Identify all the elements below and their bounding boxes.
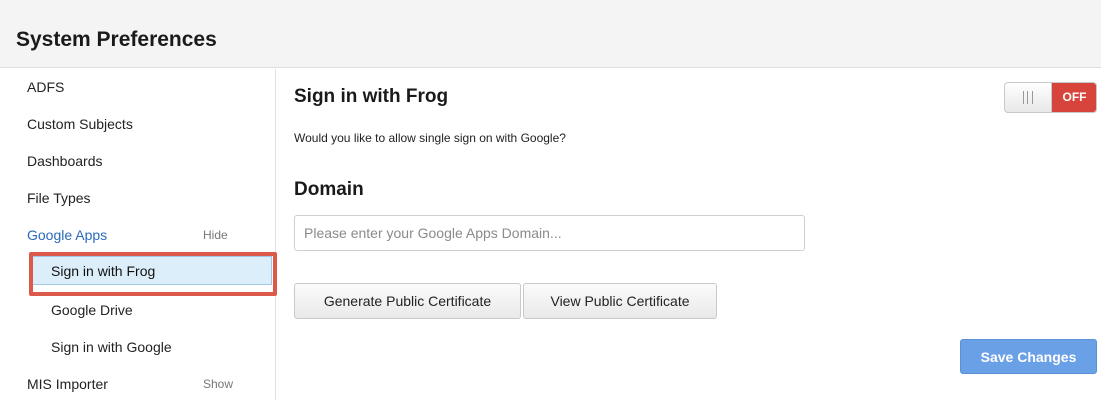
grip-icon xyxy=(1023,91,1033,104)
sidebar-item-label: Google Drive xyxy=(51,302,133,318)
view-certificate-button[interactable]: View Public Certificate xyxy=(523,283,717,319)
sidebar-item-google-drive[interactable]: Google Drive xyxy=(0,292,276,328)
toggle-state-label: OFF xyxy=(1052,83,1096,112)
sso-toggle-switch[interactable]: OFF xyxy=(1004,82,1097,113)
header-bar: System Preferences xyxy=(0,0,1101,68)
sidebar-item-custom-subjects[interactable]: Custom Subjects xyxy=(0,106,276,142)
sidebar-item-sign-in-with-google[interactable]: Sign in with Google xyxy=(0,329,276,365)
sidebar-item-dashboards[interactable]: Dashboards xyxy=(0,143,276,179)
sidebar-item-label: File Types xyxy=(27,190,91,206)
hide-toggle-link[interactable]: Hide xyxy=(203,228,228,242)
sidebar-item-label: ADFS xyxy=(27,79,65,95)
show-toggle-link[interactable]: Show xyxy=(203,377,233,391)
sidebar-item-label: Sign in with Frog xyxy=(51,263,156,279)
sidebar-item-adfs[interactable]: ADFS xyxy=(0,69,276,105)
sidebar-item-sign-in-with-frog[interactable]: Sign in with Frog xyxy=(32,256,272,285)
section-title: Sign in with Frog xyxy=(294,86,449,107)
domain-heading: Domain xyxy=(294,179,364,200)
generate-certificate-button[interactable]: Generate Public Certificate xyxy=(294,283,521,319)
sidebar-item-google-apps[interactable]: Google Apps Hide xyxy=(0,217,276,253)
sidebar-item-label: Sign in with Google xyxy=(51,339,172,355)
sidebar-item-mis-importer[interactable]: MIS Importer Show xyxy=(0,366,276,400)
sidebar-item-label: Dashboards xyxy=(27,153,103,169)
page-title: System Preferences xyxy=(16,28,217,51)
save-changes-button[interactable]: Save Changes xyxy=(960,339,1097,374)
main-panel: Sign in with Frog Would you like to allo… xyxy=(277,69,1101,400)
toggle-knob[interactable] xyxy=(1005,83,1052,112)
domain-input[interactable] xyxy=(294,215,805,251)
sidebar-item-label: MIS Importer xyxy=(27,376,108,392)
sidebar-item-label: Custom Subjects xyxy=(27,116,133,132)
sidebar: ADFS Custom Subjects Dashboards File Typ… xyxy=(0,69,276,400)
sidebar-item-file-types[interactable]: File Types xyxy=(0,180,276,216)
sidebar-item-label: Google Apps xyxy=(27,227,108,243)
section-description: Would you like to allow single sign on w… xyxy=(294,131,566,145)
